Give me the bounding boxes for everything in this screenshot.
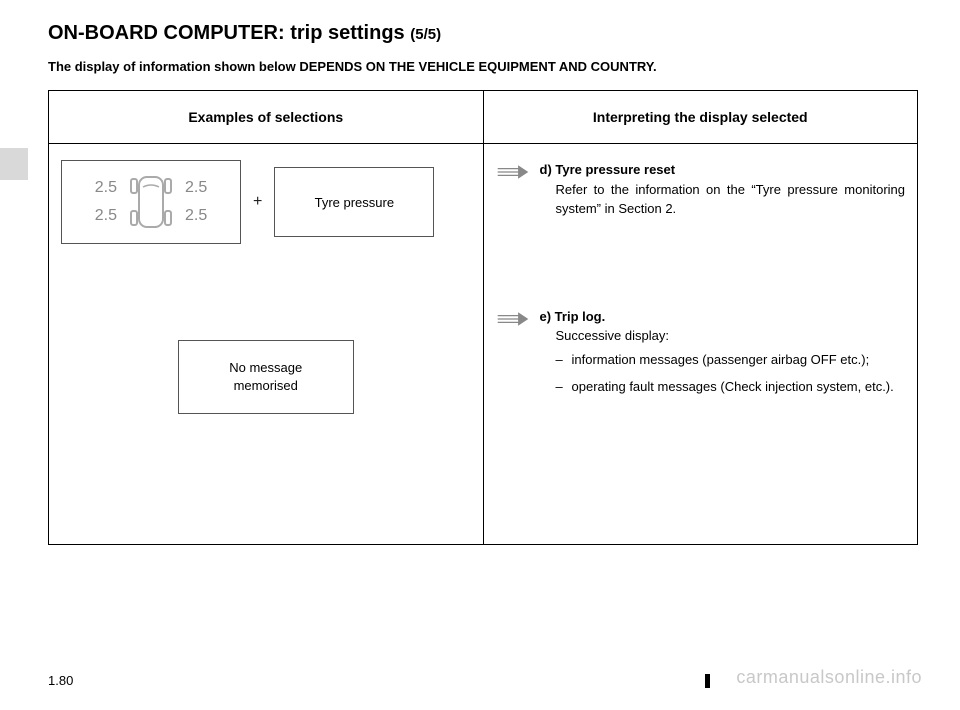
tyre-rear-left: 2.5: [95, 207, 117, 225]
entry-d-text: Refer to the information on the “Tyre pr…: [540, 180, 906, 219]
table-body: 2.5 2.5 2.5 2.5: [49, 144, 917, 544]
list-item: operating fault messages (Check injectio…: [556, 377, 894, 397]
plus-symbol: +: [253, 193, 262, 211]
entry-e-sub: Successive display:: [540, 326, 894, 346]
title-sub: (5/5): [410, 26, 441, 43]
tyre-front-left: 2.5: [95, 179, 117, 197]
entry-e-label: e) Trip log.: [540, 307, 894, 327]
header-interpreting: Interpreting the display selected: [484, 91, 918, 143]
tyre-left-values: 2.5 2.5: [95, 179, 117, 225]
no-message-row: No message memorised: [61, 340, 471, 414]
notice-text: The display of information shown below D…: [48, 59, 922, 74]
watermark: carmanualsonline.info: [736, 667, 922, 688]
entry-e-list: information messages (passenger airbag O…: [540, 350, 894, 397]
tyre-pressure-label-box: Tyre pressure: [274, 167, 434, 237]
settings-table: Examples of selections Interpreting the …: [48, 90, 918, 545]
arrow-icon: [496, 309, 530, 329]
car-icon: [123, 171, 179, 233]
end-mark-icon: [705, 674, 710, 688]
entry-d-label: d) Tyre pressure reset: [540, 160, 906, 180]
entry-d: d) Tyre pressure reset Refer to the info…: [496, 160, 906, 219]
no-message-line2: memorised: [234, 377, 298, 395]
entry-e-content: e) Trip log. Successive display: informa…: [540, 307, 894, 405]
tyre-pressure-row: 2.5 2.5 2.5 2.5: [61, 160, 471, 244]
arrow-icon: [496, 162, 530, 182]
header-examples: Examples of selections: [49, 91, 484, 143]
list-item: information messages (passenger airbag O…: [556, 350, 894, 370]
entry-e: e) Trip log. Successive display: informa…: [496, 307, 906, 405]
page-title: ON-BOARD COMPUTER: trip settings (5/5): [48, 22, 922, 45]
tyre-rear-right: 2.5: [185, 207, 207, 225]
tyre-pressure-label: Tyre pressure: [315, 195, 394, 210]
tyre-front-right: 2.5: [185, 179, 207, 197]
tyre-pressure-display: 2.5 2.5 2.5 2.5: [61, 160, 241, 244]
page-content: ON-BOARD COMPUTER: trip settings (5/5) T…: [0, 0, 960, 545]
column-examples: 2.5 2.5 2.5 2.5: [49, 144, 484, 544]
side-tab: [0, 148, 28, 180]
page-number: 1.80: [48, 673, 73, 688]
table-header: Examples of selections Interpreting the …: [49, 91, 917, 144]
no-message-box: No message memorised: [178, 340, 354, 414]
column-interpreting: d) Tyre pressure reset Refer to the info…: [484, 144, 918, 544]
no-message-line1: No message: [229, 359, 302, 377]
title-main: ON-BOARD COMPUTER: trip settings: [48, 22, 405, 44]
entry-d-content: d) Tyre pressure reset Refer to the info…: [540, 160, 906, 219]
tyre-right-values: 2.5 2.5: [185, 179, 207, 225]
